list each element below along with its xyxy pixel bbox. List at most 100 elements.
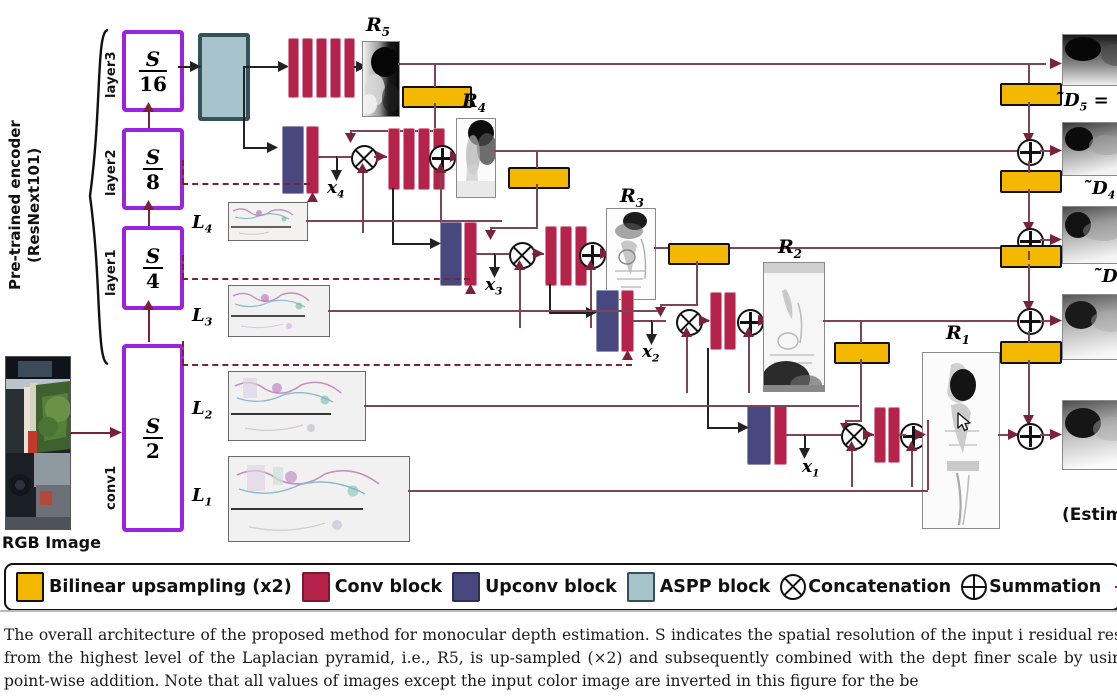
legend-item-upconv-block: Upconv block bbox=[452, 572, 617, 602]
legend-label-aspp: ASPP block bbox=[659, 577, 771, 597]
output-col-line-7 bbox=[1028, 331, 1030, 343]
bilinear-upsampling-swatch-icon bbox=[16, 572, 44, 602]
conv-block[interactable] bbox=[545, 226, 557, 286]
figure-page: Pre-trained encoder (ResNext101) S 16 la… bbox=[0, 0, 1117, 699]
bilinear-upsampling-block[interactable] bbox=[1000, 170, 1062, 193]
skip-connection-l3-vert bbox=[182, 255, 184, 279]
skip-connection-l4-vert bbox=[182, 160, 184, 184]
encoder-block-layer2[interactable]: S 8 bbox=[122, 128, 184, 210]
bilinear-upsampling-block[interactable] bbox=[668, 243, 730, 265]
depth-output-d3 bbox=[1062, 206, 1117, 264]
bilinear5-down-line bbox=[434, 103, 436, 131]
laplacian-label-l2: L2 bbox=[192, 398, 213, 422]
skip-connection-l2-vert bbox=[182, 341, 184, 365]
conv-block[interactable] bbox=[874, 407, 886, 463]
architecture-diagram: Pre-trained encoder (ResNext101) S 16 la… bbox=[0, 0, 1117, 560]
conv-block[interactable] bbox=[330, 38, 341, 98]
feature-label-x4: x4 bbox=[327, 178, 345, 201]
layer2-fraction: S 8 bbox=[142, 147, 164, 192]
legend: Bilinear upsampling (x2) Conv block Upco… bbox=[4, 563, 1117, 611]
skip-l3-arrowhead bbox=[465, 284, 476, 294]
concat4-top-arrowhead bbox=[345, 133, 356, 143]
bilinear-upsampling-block[interactable] bbox=[1000, 245, 1062, 268]
r4-to-output-line bbox=[494, 150, 1046, 152]
caption-text: The overall architecture of the proposed… bbox=[4, 624, 1117, 693]
concat2-out-arrowhead bbox=[699, 315, 710, 326]
depth-output-d4 bbox=[1062, 122, 1117, 176]
residual-image-r2 bbox=[763, 262, 825, 392]
l1-to-concat-vert bbox=[851, 445, 853, 487]
bilinear-upsampling-block[interactable] bbox=[1000, 341, 1062, 364]
upconv-block[interactable] bbox=[440, 222, 462, 286]
skip-l4-arrowhead bbox=[307, 192, 318, 202]
conv-block-swatch-icon bbox=[301, 572, 330, 602]
bilinear3-left-line bbox=[660, 304, 698, 306]
conv-block[interactable] bbox=[344, 38, 355, 98]
depth-output-d1 bbox=[1062, 400, 1117, 470]
sum3-bottom-arrowhead bbox=[585, 260, 596, 270]
conv3-to-upconv2-line bbox=[549, 312, 591, 314]
residual-image-r3 bbox=[606, 208, 656, 300]
skip-connection-l3 bbox=[182, 278, 470, 280]
depth-output-d5 bbox=[1062, 34, 1117, 86]
conv-block[interactable] bbox=[403, 128, 415, 190]
caption-separator bbox=[0, 610, 1117, 612]
bilinear-upsampling-block[interactable] bbox=[508, 167, 570, 189]
encoder-block-conv1[interactable]: S 2 bbox=[122, 344, 184, 532]
bilinear-upsampling-block[interactable] bbox=[834, 342, 890, 364]
laplacian-image-l2 bbox=[228, 371, 366, 441]
l2-to-concat-vert bbox=[686, 331, 688, 393]
aspp-block-swatch-icon bbox=[626, 572, 655, 602]
conv2-to-upconv1-arrowhead bbox=[738, 422, 749, 433]
conv-block[interactable] bbox=[560, 226, 572, 286]
l1-up-line bbox=[927, 420, 929, 490]
summation-icon bbox=[1017, 423, 1044, 450]
conv3-to-upconv2-vert bbox=[549, 284, 551, 313]
upconv-block[interactable] bbox=[747, 405, 771, 465]
sum4-bottom-arrowhead bbox=[435, 163, 446, 173]
laplacian-image-l4 bbox=[228, 202, 308, 241]
conv1-fraction: S 2 bbox=[142, 416, 164, 461]
concat2-top-arrowhead bbox=[655, 307, 666, 317]
conv2-to-upconv1-vert bbox=[707, 348, 709, 428]
conv-block[interactable] bbox=[316, 38, 327, 98]
legend-item-concatenation: Concatenation bbox=[780, 574, 951, 600]
legend-item-aspp-block: ASPP block bbox=[626, 572, 771, 602]
residual-image-r4 bbox=[456, 118, 496, 198]
upconv-block[interactable] bbox=[596, 290, 619, 352]
encoder-label-layer2: layer2 bbox=[104, 149, 119, 196]
depth-label-d3: ̃D bbox=[1102, 266, 1117, 287]
encoder-block-layer3[interactable]: S 16 bbox=[122, 30, 184, 112]
bilinear4-down-line bbox=[536, 184, 538, 228]
sum1-bottom-line bbox=[911, 445, 913, 487]
legend-item-conv-block: Conv block bbox=[301, 572, 443, 602]
upconv2-out-line bbox=[632, 320, 652, 322]
circle-cross-icon bbox=[780, 574, 807, 600]
conv-block[interactable] bbox=[724, 292, 736, 350]
legend-label-upconv: Upconv block bbox=[485, 577, 617, 597]
to-concat4-line bbox=[337, 156, 351, 158]
to-concat1-line bbox=[805, 434, 841, 436]
legend-label-concatenation: Concatenation bbox=[808, 577, 952, 597]
bilinear-upsampling-block[interactable] bbox=[1000, 83, 1062, 106]
residual-label-r3: R3 bbox=[620, 185, 644, 210]
conv1-to-sum-line bbox=[898, 434, 906, 436]
laplacian-label-l1: L1 bbox=[192, 485, 213, 509]
conv-block[interactable] bbox=[302, 38, 313, 98]
legend-item-bilinear-upsampling: Bilinear upsampling (x2) bbox=[16, 572, 292, 602]
out2-arrowhead bbox=[1050, 315, 1062, 326]
aspp-down-line bbox=[243, 66, 245, 148]
concat4-out-arrowhead bbox=[376, 151, 387, 162]
out1-arrowhead bbox=[1050, 429, 1062, 440]
conv-block[interactable] bbox=[288, 38, 299, 98]
out3-arrowhead bbox=[1050, 234, 1062, 245]
layer3-fraction: S 16 bbox=[139, 46, 167, 96]
conv-block[interactable] bbox=[388, 128, 400, 190]
estimated-depth-label: (Estimat bbox=[1062, 505, 1117, 525]
legend-label-conv: Conv block bbox=[334, 577, 443, 597]
encoder-block-layer1[interactable]: S 4 bbox=[122, 226, 184, 310]
conv4-to-upconv3-line bbox=[392, 243, 434, 245]
r5-to-output-line bbox=[398, 63, 1046, 65]
rgb-image-label: RGB Image bbox=[2, 533, 101, 552]
conv-block[interactable] bbox=[710, 292, 722, 350]
